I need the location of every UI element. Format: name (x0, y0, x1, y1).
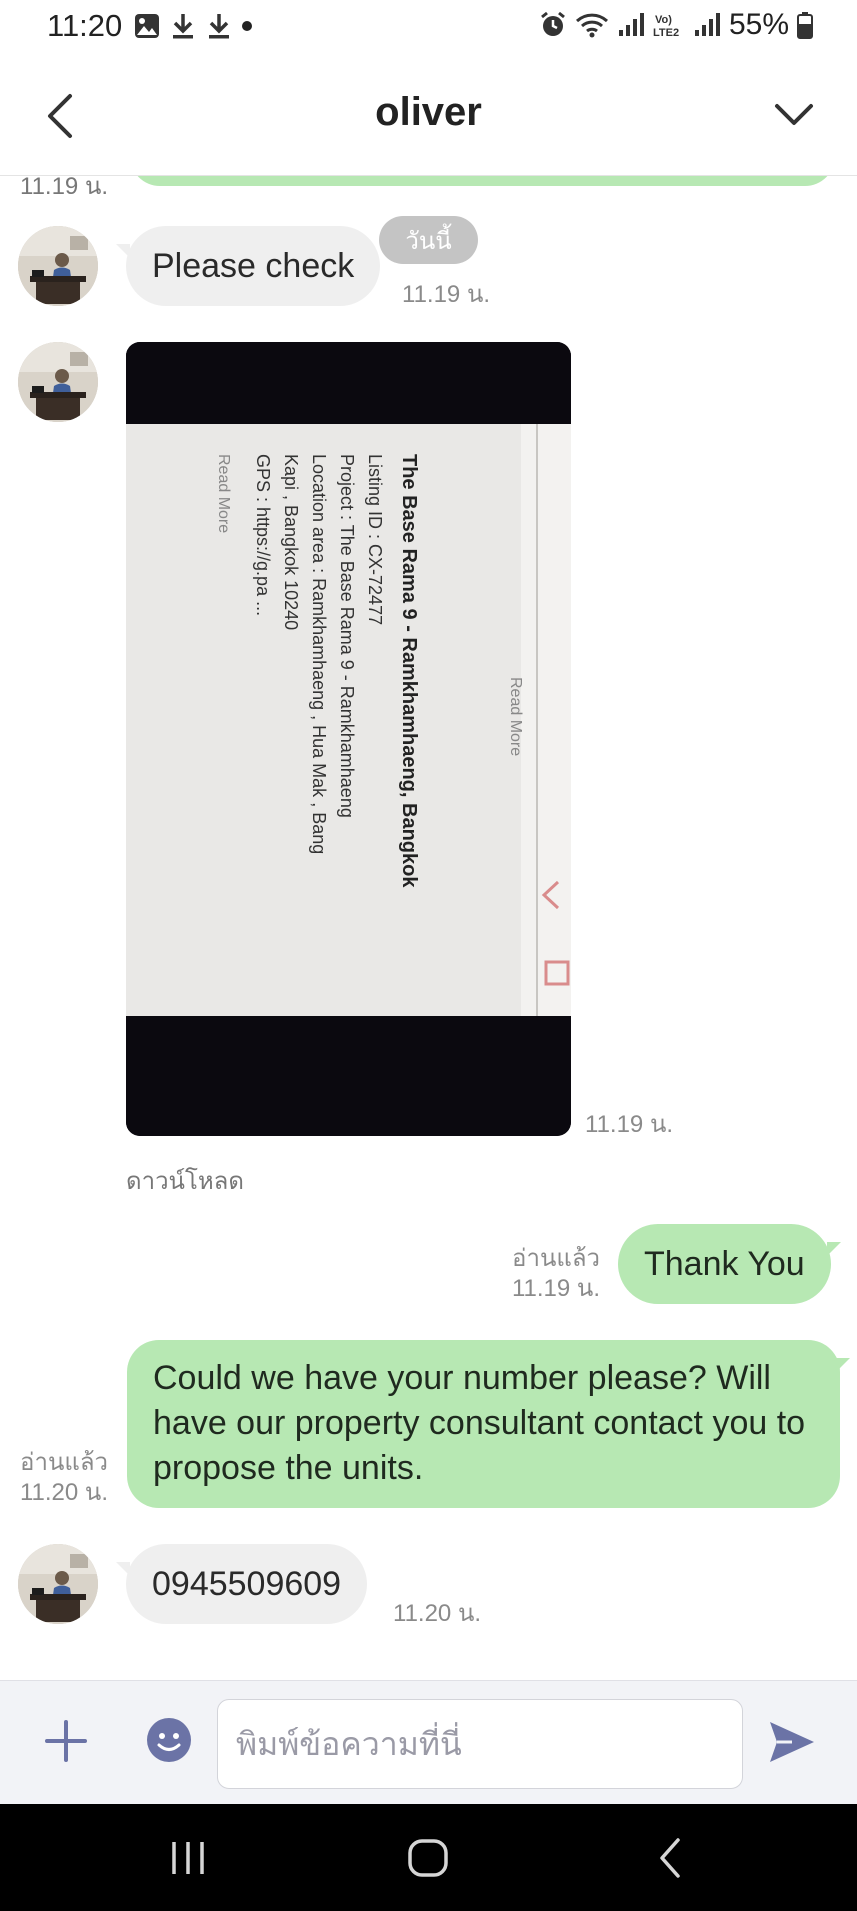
photo-read-more: Read More (507, 677, 524, 756)
signal-icon (618, 13, 644, 36)
notification-icons (134, 12, 252, 40)
status-bar: 11:20 Vo) LTE2 55% (0, 0, 857, 54)
message-composer (0, 1680, 857, 1804)
send-icon (770, 1722, 814, 1762)
message-bubble-incoming[interactable]: Please check (115, 226, 381, 306)
read-receipt: อ่านแล้ว (20, 1449, 108, 1476)
photo-read-more: Read More (215, 454, 232, 533)
message-time: 11.19 น. (585, 1111, 674, 1138)
photo-line: Project : The Base Rama 9 - Ramkhamhaeng (337, 454, 357, 818)
chat-header: oliver (0, 54, 857, 176)
svg-text:Vo): Vo) (655, 14, 672, 26)
system-navigation-bar (0, 1804, 857, 1911)
message-text: 0945509609 (152, 1564, 342, 1603)
avatar-photo (18, 1544, 98, 1624)
chat-menu-button[interactable] (769, 92, 819, 138)
download-icon (173, 14, 193, 39)
message-text: Thank You (644, 1245, 805, 1283)
recent-apps-icon (172, 1842, 204, 1874)
image-message[interactable]: The Base Rama 9 - Ramkhamhaeng, Bangkok … (126, 342, 571, 1136)
home-button[interactable] (406, 1834, 452, 1882)
battery-icon (797, 12, 813, 39)
message-meta: อ่านแล้ว 11.20 น. (0, 1448, 108, 1508)
read-receipt: อ่านแล้ว (512, 1245, 600, 1272)
back-nav-button[interactable] (652, 1834, 688, 1882)
date-separator: วันนี้ (379, 216, 478, 264)
avatar[interactable] (18, 342, 98, 422)
message-time: 11.20 น. (19, 1479, 108, 1506)
message-meta: อ่านแล้ว 11.19 น. (480, 1244, 600, 1304)
battery-level: 55% (728, 8, 789, 41)
system-icons: Vo) LTE2 55% (539, 8, 813, 42)
emoji-button[interactable] (146, 1717, 192, 1763)
message-bubble-incoming[interactable]: 0945509609 (115, 1544, 368, 1624)
avatar-photo (18, 342, 98, 422)
message-bubble-outgoing[interactable]: Could we have your number please? Will h… (127, 1340, 850, 1508)
avatar[interactable] (18, 226, 98, 306)
previous-message-time: 11.19 น. (20, 176, 109, 200)
wifi-icon (575, 13, 608, 38)
message-text: Please check (152, 246, 355, 285)
photo-title: The Base Rama 9 - Ramkhamhaeng, Bangkok (398, 454, 420, 888)
download-link[interactable]: ดาวน์โหลด (126, 1161, 244, 1200)
message-text: Could we have your number please? Will h… (153, 1359, 806, 1487)
send-button[interactable] (768, 1719, 816, 1765)
chat-title: oliver (375, 90, 482, 134)
home-icon (408, 1839, 448, 1877)
message-time: 11.19 น. (511, 1275, 600, 1302)
volte-icon: Vo)LTE2 (653, 14, 679, 39)
previous-message-bubble (130, 176, 835, 186)
status-time: 11:20 (47, 8, 123, 43)
message-list[interactable]: 11.19 น. Please check วันนี้ 11.19 น. Th… (0, 176, 857, 1680)
avatar[interactable] (18, 1544, 98, 1624)
alarm-icon (541, 11, 565, 36)
photo-screenshot: The Base Rama 9 - Ramkhamhaeng, Bangkok … (126, 342, 571, 1136)
emoji-icon (147, 1718, 191, 1762)
back-nav-icon (660, 1838, 680, 1878)
signal-icon (694, 13, 720, 36)
gallery-icon (135, 14, 159, 38)
avatar-photo (18, 226, 98, 306)
recent-apps-button[interactable] (168, 1834, 208, 1882)
chevron-down-icon (775, 104, 813, 125)
message-input[interactable] (217, 1699, 743, 1789)
plus-icon (45, 1720, 87, 1762)
photo-line: Kapi , Bangkok 10240 (281, 454, 301, 630)
message-bubble-outgoing[interactable]: Thank You (618, 1224, 841, 1304)
photo-line: Listing ID : CX-72477 (365, 454, 385, 625)
photo-line: Location area : Ramkhamhaeng , Hua Mak ,… (309, 454, 329, 854)
message-time: 11.19 น. (402, 281, 491, 308)
photo-line: GPS : https://g.pa ... (253, 454, 273, 616)
svg-text:LTE2: LTE2 (653, 27, 679, 39)
attach-button[interactable] (44, 1719, 88, 1763)
download-icon (209, 14, 229, 39)
message-time: 11.20 น. (393, 1600, 482, 1627)
more-notifications-dot (242, 21, 252, 31)
